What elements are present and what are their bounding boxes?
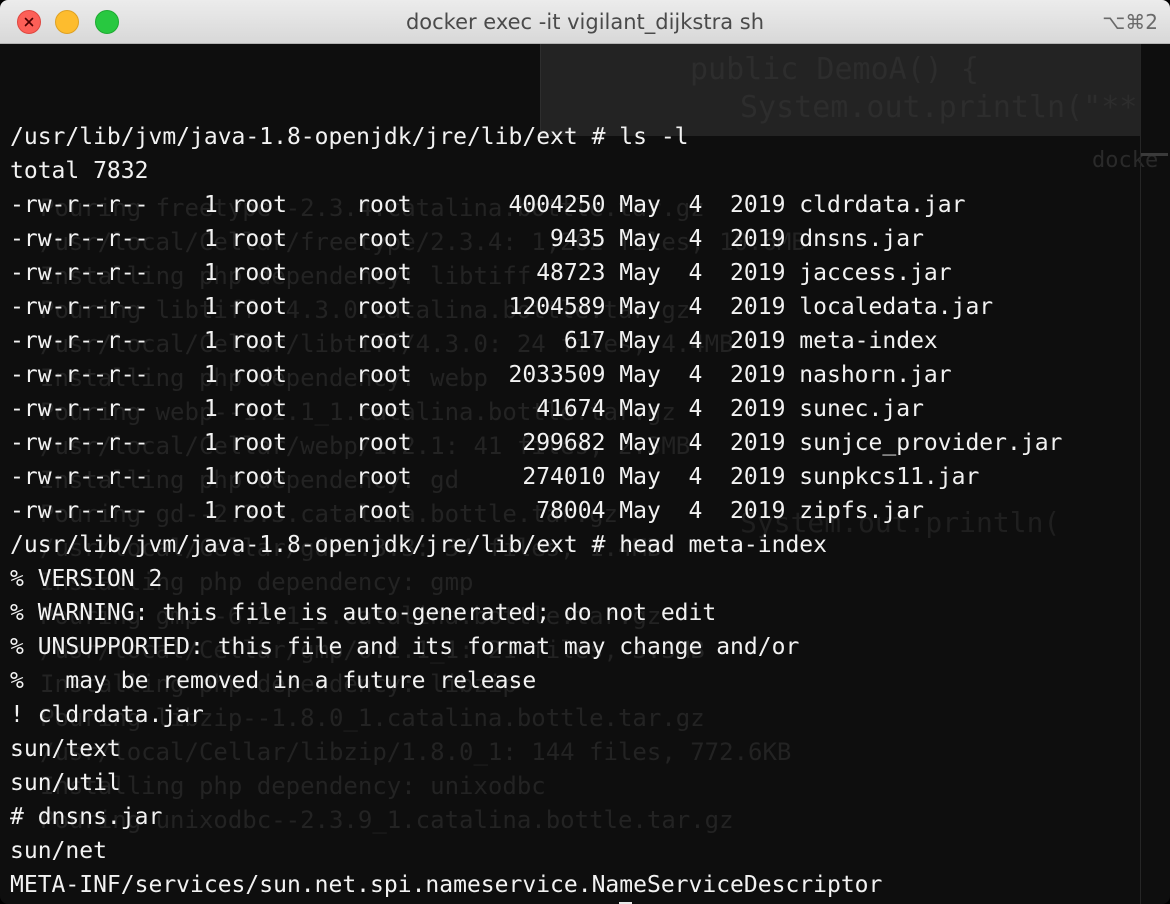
tab-shortcut-label: ⌥⌘2 bbox=[1102, 10, 1158, 34]
terminal-output[interactable]: /usr/lib/jvm/java-1.8-openjdk/jre/lib/ex… bbox=[0, 44, 1140, 904]
background-scroll-marker bbox=[1140, 153, 1168, 156]
terminal-line: -rw-r--r-- 1 root root 9435 May 4 2019 d… bbox=[10, 226, 924, 252]
terminal-line: -rw-r--r-- 1 root root 274010 May 4 2019… bbox=[10, 464, 980, 490]
terminal-line: total 7832 bbox=[10, 158, 149, 184]
terminal-line: -rw-r--r-- 1 root root 2033509 May 4 201… bbox=[10, 362, 952, 388]
window-title: docker exec -it vigilant_dijkstra sh bbox=[405, 10, 765, 34]
terminal-line: -rw-r--r-- 1 root root 41674 May 4 2019 … bbox=[10, 396, 924, 422]
title-bar[interactable]: docker exec -it vigilant_dijkstra sh ⌥⌘2 bbox=[0, 0, 1170, 44]
terminal-line: sun/util bbox=[10, 770, 121, 796]
scrollbar[interactable] bbox=[1140, 44, 1141, 904]
terminal-line: # dnsns.jar bbox=[10, 804, 163, 830]
terminal-line: % WARNING: this file is auto-generated; … bbox=[10, 600, 717, 626]
terminal-line: sun/net bbox=[10, 838, 107, 864]
terminal-line: ! cldrdata.jar bbox=[10, 702, 204, 728]
terminal-line: /usr/lib/jvm/java-1.8-openjdk/jre/lib/ex… bbox=[10, 124, 689, 150]
terminal-line: -rw-r--r-- 1 root root 617 May 4 2019 me… bbox=[10, 328, 938, 354]
terminal-line: % VERSION 2 bbox=[10, 566, 163, 592]
terminal-line: sun/text bbox=[10, 736, 121, 762]
terminal-line: /usr/lib/jvm/java-1.8-openjdk/jre/lib/ex… bbox=[10, 532, 827, 558]
terminal-line: -rw-r--r-- 1 root root 299682 May 4 2019… bbox=[10, 430, 1063, 456]
terminal-line: -rw-r--r-- 1 root root 78004 May 4 2019 … bbox=[10, 498, 924, 524]
terminal-line: -rw-r--r-- 1 root root 4004250 May 4 201… bbox=[10, 192, 966, 218]
terminal-line: -rw-r--r-- 1 root root 1204589 May 4 201… bbox=[10, 294, 994, 320]
terminal-line: % may be removed in a future release bbox=[10, 668, 537, 694]
terminal-line: % UNSUPPORTED: this file and its format … bbox=[10, 634, 800, 660]
terminal-line: META-INF/services/sun.net.spi.nameservic… bbox=[10, 872, 883, 898]
terminal-window: docker exec -it vigilant_dijkstra sh ⌥⌘2… bbox=[0, 0, 1170, 904]
terminal-line: -rw-r--r-- 1 root root 48723 May 4 2019 … bbox=[10, 260, 952, 286]
